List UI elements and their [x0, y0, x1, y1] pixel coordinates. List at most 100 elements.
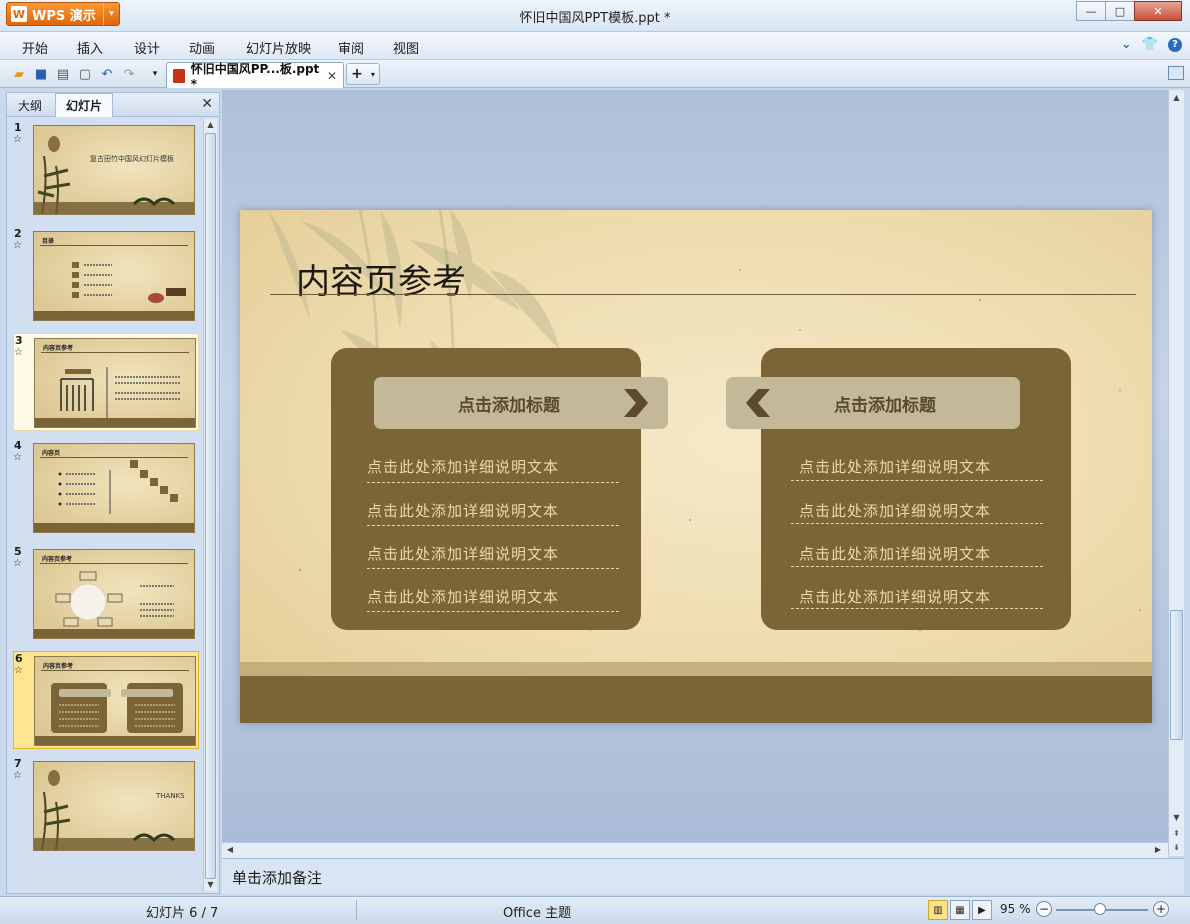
menu-review[interactable]: 审阅 [338, 38, 364, 57]
panel-text-item[interactable]: 点击此处添加详细说明文本 [799, 456, 1051, 476]
document-tab[interactable]: 怀旧中国风PP...板.ppt * ✕ [166, 62, 344, 91]
thumbnails-scrollbar[interactable]: ▲ ▼ [203, 119, 217, 891]
scroll-down-icon[interactable]: ▼ [204, 879, 217, 891]
slide-thumbnail-1[interactable]: 1 ☆ 复古田竹中国风幻灯片模板 [13, 121, 199, 219]
chevron-left-icon [742, 377, 776, 429]
print-icon[interactable]: ▤ [54, 65, 72, 83]
slide-preview: 内容页参考 [34, 656, 196, 746]
animation-star-icon: ☆ [13, 240, 22, 251]
dashed-divider [367, 482, 619, 483]
slide-preview: 内容页 [33, 443, 195, 533]
previous-slide-icon[interactable]: ⇞ [1169, 828, 1184, 840]
next-slide-icon[interactable]: ⇟ [1169, 842, 1184, 854]
panel-text-item[interactable]: 点击此处添加详细说明文本 [367, 543, 619, 563]
zoom-slider-knob[interactable] [1094, 903, 1106, 915]
tab-outline[interactable]: 大纲 [7, 93, 53, 117]
menu-design[interactable]: 设计 [134, 38, 160, 57]
slide-thumbnail-7[interactable]: 7 ☆ THANKS [13, 757, 199, 855]
close-panel-icon[interactable]: ✕ [201, 96, 213, 112]
zoom-out-icon[interactable]: − [1036, 901, 1052, 917]
vertical-scrollbar[interactable]: ▲ ▼ ⇞ ⇟ [1168, 90, 1184, 856]
animation-star-icon: ☆ [14, 347, 23, 358]
slide-number: 5 [14, 545, 22, 558]
slideshow-view-icon[interactable]: ▶ [972, 900, 992, 920]
scroll-up-icon[interactable]: ▲ [1169, 92, 1184, 104]
content-panel-right[interactable]: 点击添加标题 点击此处添加详细说明文本 点击此处添加详细说明文本 点击此处添加详… [726, 348, 1071, 630]
quick-access-toolbar: ▰ ■ ▤ ▢ ↶ ↷ ▾ 怀旧中国风PP...板.ppt * ✕ + ▾ [0, 60, 1190, 91]
tab-slides[interactable]: 幻灯片 [55, 93, 113, 117]
slides-panel: 大纲 幻灯片 ✕ 1 ☆ 复古田竹中国风幻灯片模板 2 ☆ 目录 3 ☆ 内容页… [6, 92, 220, 894]
print-preview-icon[interactable]: ▢ [76, 65, 94, 83]
panel-heading-right[interactable]: 点击添加标题 [726, 377, 1020, 429]
dashed-divider [367, 525, 619, 526]
slide-thumbnail-3[interactable]: 3 ☆ 内容页参考 [13, 333, 199, 431]
title-bar: W WPS 演示 ▾ 怀旧中国风PPT模板.ppt * — □ ✕ [0, 0, 1190, 32]
customize-toolbar-icon[interactable]: ▾ [146, 65, 164, 83]
undo-icon[interactable]: ↶ [98, 65, 116, 83]
menu-bar: 开始 插入 设计 动画 幻灯片放映 审阅 视图 ⌄ 👕 ? [0, 32, 1190, 60]
slide-thumbnail-5[interactable]: 5 ☆ 内容页参考 [13, 545, 199, 643]
slide-preview: 复古田竹中国风幻灯片模板 [33, 125, 195, 215]
dashed-divider [367, 611, 619, 612]
menu-slideshow[interactable]: 幻灯片放映 [246, 38, 311, 57]
panel-heading-left[interactable]: 点击添加标题 [374, 377, 668, 429]
document-tab-label: 怀旧中国风PP...板.ppt * [190, 62, 320, 91]
scroll-up-icon[interactable]: ▲ [204, 119, 217, 131]
title-underline [270, 294, 1136, 295]
animation-star-icon: ☆ [13, 452, 22, 463]
slide-number: 6 [15, 652, 23, 665]
panel-heading-text: 点击添加标题 [834, 395, 936, 416]
dashed-divider [791, 608, 1043, 609]
zoom-in-icon[interactable]: + [1153, 901, 1169, 917]
help-icon[interactable]: ? [1168, 37, 1182, 52]
slide-thumbnail-2[interactable]: 2 ☆ 目录 [13, 227, 199, 325]
menu-insert[interactable]: 插入 [77, 38, 103, 57]
menu-animation[interactable]: 动画 [189, 38, 215, 57]
open-folder-icon[interactable]: ▰ [10, 65, 28, 83]
scroll-down-icon[interactable]: ▼ [1169, 812, 1184, 824]
scrollbar-thumb[interactable] [1170, 610, 1183, 740]
normal-view-icon[interactable]: ▥ [928, 900, 948, 920]
redo-icon[interactable]: ↷ [120, 65, 138, 83]
scroll-right-icon[interactable]: ▶ [1152, 845, 1164, 854]
notes-pane[interactable]: 单击添加备注 [222, 858, 1184, 894]
panel-text-item[interactable]: 点击此处添加详细说明文本 [799, 543, 1051, 563]
maximize-button[interactable]: □ [1105, 1, 1135, 21]
menu-start[interactable]: 开始 [22, 38, 48, 57]
theme-name[interactable]: Office 主题 [503, 902, 571, 921]
horizontal-scrollbar[interactable]: ◀ ▶ [222, 842, 1168, 858]
animation-star-icon: ☆ [14, 665, 23, 676]
slide-number: 4 [14, 439, 22, 452]
panel-text-item[interactable]: 点击此处添加详细说明文本 [799, 500, 1051, 520]
panel-text-item[interactable]: 点击此处添加详细说明文本 [367, 586, 619, 606]
new-tab-button[interactable]: + ▾ [346, 63, 380, 85]
slide-preview-title: 复古田竹中国风幻灯片模板 [90, 155, 174, 163]
collapse-ribbon-icon[interactable]: ⌄ [1121, 37, 1132, 52]
scrollbar-thumb[interactable] [205, 133, 216, 879]
panel-text-item[interactable]: 点击此处添加详细说明文本 [799, 586, 1051, 606]
scroll-left-icon[interactable]: ◀ [224, 845, 236, 854]
content-panel-left[interactable]: 点击添加标题 点击此处添加详细说明文本 点击此处添加详细说明文本 点击此处添加详… [331, 348, 668, 630]
minimize-button[interactable]: — [1076, 1, 1106, 21]
skin-icon[interactable]: 👕 [1142, 37, 1158, 52]
slide-preview: 目录 [33, 231, 195, 321]
panel-text-item[interactable]: 点击此处添加详细说明文本 [367, 500, 619, 520]
plus-icon: + [351, 66, 363, 82]
save-icon[interactable]: ■ [32, 65, 50, 83]
slide-number: 1 [14, 121, 22, 134]
restore-layout-icon[interactable] [1168, 66, 1184, 80]
slide-title[interactable]: 内容页参考 [296, 254, 466, 303]
dashed-divider [791, 566, 1043, 567]
chevron-down-icon[interactable]: ▾ [371, 70, 375, 79]
ppt-file-icon [173, 68, 185, 83]
panel-text-item[interactable]: 点击此处添加详细说明文本 [367, 456, 619, 476]
close-tab-icon[interactable]: ✕ [327, 69, 337, 83]
dashed-divider [367, 568, 619, 569]
slide-sorter-view-icon[interactable]: ▦ [950, 900, 970, 920]
current-slide[interactable]: 内容页参考 点击添加标题 点击此处添加详细说明文本 点击此处添加详细说明文本 点… [240, 210, 1152, 723]
close-window-button[interactable]: ✕ [1134, 1, 1182, 21]
slide-thumbnail-4[interactable]: 4 ☆ 内容页 [13, 439, 199, 537]
menu-view[interactable]: 视图 [393, 38, 419, 57]
notes-placeholder: 单击添加备注 [232, 869, 323, 887]
slide-thumbnail-6[interactable]: 6 ☆ 内容页参考 [13, 651, 199, 749]
